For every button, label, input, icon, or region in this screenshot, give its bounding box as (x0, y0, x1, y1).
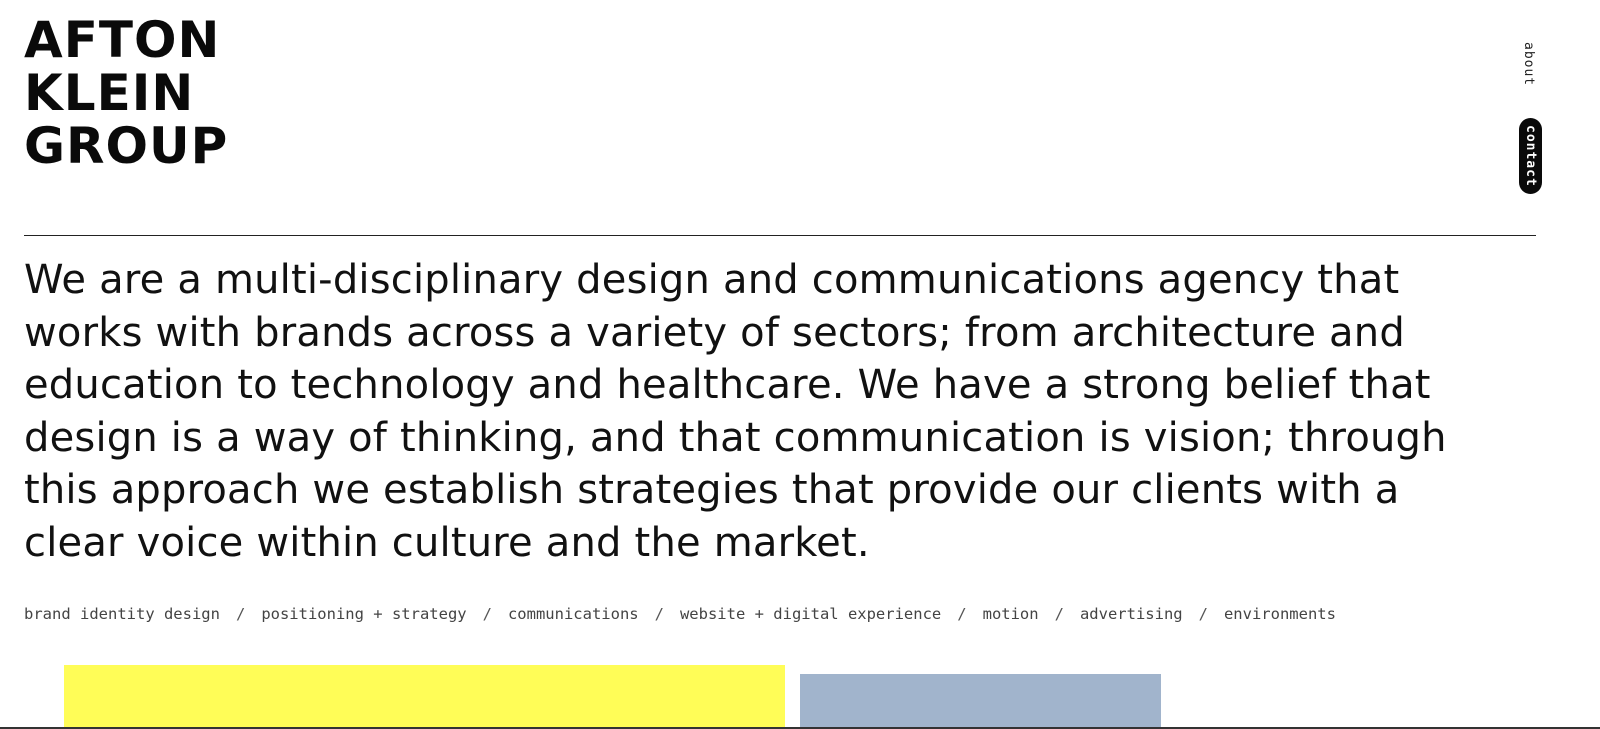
service-item-environments: environments (1223, 605, 1336, 623)
service-separator: / (235, 605, 246, 623)
project-tile-blue[interactable] (800, 674, 1161, 729)
services-list: brand identity design / positioning + st… (24, 605, 1336, 623)
service-item-advertising: advertising (1079, 605, 1183, 623)
brand-logo-line: AFTON (24, 11, 221, 69)
intro-line: works with brands across a variety of se… (24, 309, 1405, 356)
intro-statement: We are a multi-disciplinary design and c… (24, 254, 1524, 569)
service-item-brand-identity: brand identity design (24, 605, 220, 623)
intro-line: this approach we establish strategies th… (24, 467, 1400, 513)
header-divider (24, 235, 1536, 236)
service-item-website: website + digital experience (679, 605, 942, 623)
brand-logo-line: KLEIN (24, 64, 195, 122)
nav-about-link[interactable]: about (1521, 42, 1536, 86)
service-separator: / (654, 605, 664, 623)
intro-line: We are a multi-disciplinary design and c… (24, 257, 1400, 303)
service-separator: / (957, 605, 967, 623)
service-item-positioning: positioning + strategy (261, 605, 467, 623)
intro-line: education to technology and healthcare. … (24, 362, 1431, 408)
service-separator: / (1198, 605, 1208, 623)
project-tile-yellow[interactable] (64, 665, 785, 729)
service-item-communications: communications (507, 605, 639, 623)
brand-logo-line: GROUP (24, 117, 229, 175)
brand-logo[interactable]: AFTON KLEIN GROUP (24, 14, 228, 173)
intro-line: design is a way of thinking, and that co… (24, 414, 1447, 461)
intro-line: clear voice within culture and the marke… (24, 519, 870, 566)
service-item-motion: motion (982, 605, 1039, 623)
service-separator: / (482, 605, 492, 623)
nav-contact-button[interactable]: contact (1519, 118, 1542, 194)
service-separator: / (1054, 605, 1064, 623)
